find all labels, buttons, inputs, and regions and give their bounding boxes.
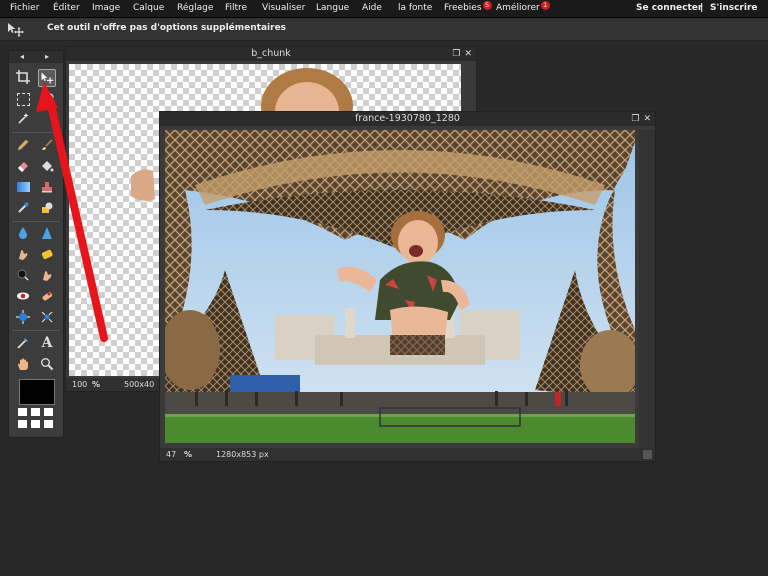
red-annotation-arrow bbox=[36, 82, 108, 342]
